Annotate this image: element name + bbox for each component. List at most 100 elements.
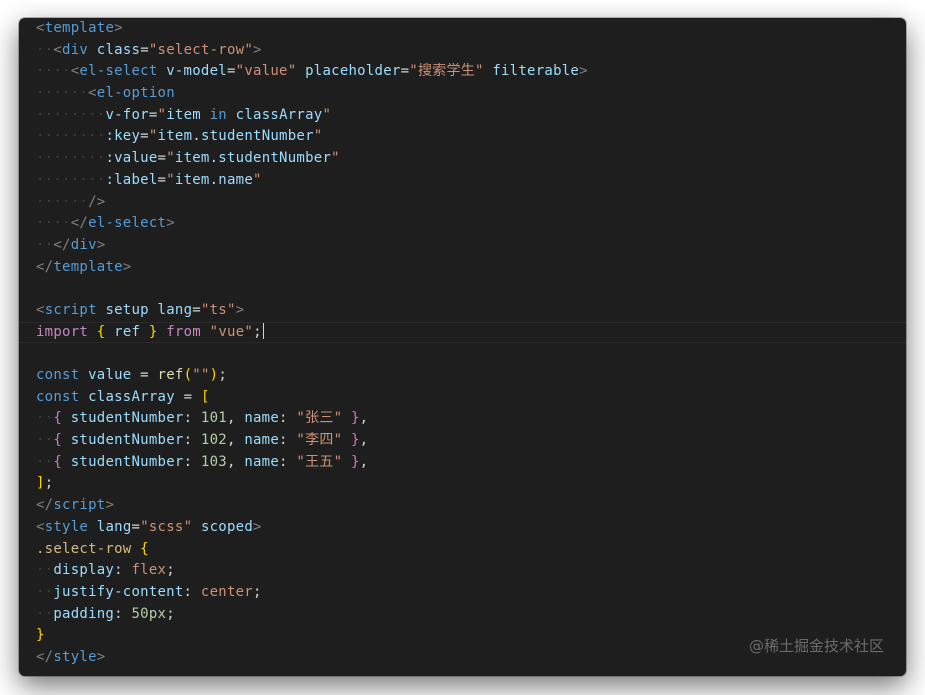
code-token: flex (131, 562, 167, 579)
code-line-19[interactable]: ··{ studentNumber: 101, name: "张三" }, (36, 408, 588, 430)
code-token: script (53, 497, 106, 514)
code-token: ; (252, 583, 262, 600)
code-token: ; (44, 475, 54, 492)
code-line-17[interactable]: const value = ref(""); (36, 365, 588, 387)
code-token: > (253, 518, 262, 535)
code-token: > (235, 301, 245, 318)
code-token: : (183, 410, 201, 427)
code-token: "李四" (296, 432, 343, 449)
code-token: , (226, 453, 245, 470)
code-token: < (88, 85, 97, 102)
code-token: classArray (88, 388, 175, 405)
code-line-3[interactable]: ····<el-select v-model="value" placehold… (36, 61, 588, 83)
code-line-16[interactable] (36, 343, 588, 365)
indent-guide: ·· (36, 562, 54, 579)
code-token: const (36, 388, 80, 405)
indent-guide: ·· (36, 583, 54, 600)
indent-guide: ······ (36, 85, 89, 102)
code-line-12[interactable]: </template> (36, 257, 588, 279)
code-token: ] (36, 475, 45, 492)
code-line-18[interactable]: const classArray = [ (36, 387, 588, 409)
code-line-13[interactable] (36, 278, 588, 300)
indent-guide: ·· (36, 236, 54, 253)
code-token: import (36, 323, 89, 340)
code-line-15[interactable]: import { ref } from "vue"; (19, 321, 906, 344)
code-token: { (53, 410, 63, 427)
code-token: = (157, 171, 167, 188)
code-token: > (105, 497, 115, 514)
code-line-10[interactable]: ····</el-select> (36, 213, 588, 235)
code-token: filterable (492, 63, 580, 80)
code-token: " (322, 106, 332, 123)
code-token: "搜索学生" (409, 63, 484, 80)
code-token: = (400, 63, 410, 80)
code-line-26[interactable]: ··display: flex; (36, 560, 588, 582)
code-token: "" (192, 367, 210, 383)
code-token: "vue" (209, 323, 254, 340)
code-token: { (53, 453, 63, 470)
code-token: :value (105, 150, 158, 167)
indent-guide: ······ (36, 193, 89, 210)
indent-guide: ·· (36, 410, 54, 427)
code-token: 103 (200, 453, 227, 470)
code-token: placeholder (305, 63, 401, 80)
indent-guide: ···· (36, 215, 71, 232)
code-line-23[interactable]: </script> (36, 495, 588, 517)
code-line-29[interactable]: } (36, 625, 588, 647)
code-line-2[interactable]: ··<div class="select-row"> (36, 40, 588, 62)
indent-guide: ·· (36, 453, 54, 470)
code-token: name (218, 171, 254, 188)
code-token: = (140, 128, 149, 145)
code-token: = (192, 301, 201, 318)
code-line-8[interactable]: ········:label="item.name" (36, 170, 588, 192)
text-cursor (262, 321, 264, 339)
code-token: : (183, 453, 201, 470)
code-token: "ts" (200, 301, 236, 318)
code-token: } (148, 323, 158, 340)
code-line-25[interactable]: .select-row { (36, 539, 588, 561)
code-token: classArray (235, 106, 323, 123)
indent-guide: ········ (36, 150, 106, 167)
code-line-5[interactable]: ········v-for="item in classArray" (36, 105, 588, 127)
code-token: :key (105, 128, 141, 145)
code-token: < (36, 518, 45, 535)
code-line-14[interactable]: <script setup lang="ts"> (36, 300, 588, 322)
code-line-30[interactable]: </style> (36, 647, 588, 669)
indent-guide: ·· (36, 605, 54, 622)
code-area[interactable]: <template> ··<div class="select-row"> ····… (19, 18, 906, 669)
code-line-1[interactable]: <template> (36, 18, 588, 40)
code-line-20[interactable]: ··{ studentNumber: 102, name: "李四" }, (36, 430, 588, 452)
code-token: studentNumber (200, 128, 314, 145)
code-token: : (279, 410, 297, 427)
code-token: = (174, 388, 201, 405)
code-line-9[interactable]: ······/> (36, 192, 588, 214)
code-line-4[interactable]: ······<el-option (36, 83, 588, 105)
code-line-21[interactable]: ··{ studentNumber: 103, name: "王五" }, (36, 452, 588, 474)
code-token: " (157, 106, 167, 123)
code-line-11[interactable]: ··</div> (36, 235, 588, 257)
code-line-27[interactable]: ··justify-content: center; (36, 582, 588, 604)
code-token: div (70, 236, 97, 253)
code-token: 50px (131, 605, 167, 622)
code-token: name (244, 432, 280, 449)
code-token: item (157, 128, 193, 145)
code-line-6[interactable]: ········:key="item.studentNumber" (36, 126, 588, 148)
code-token: </ (36, 497, 54, 514)
code-line-22[interactable]: ]; (36, 473, 588, 495)
code-line-7[interactable]: ········:value="item.studentNumber" (36, 148, 588, 170)
code-token: "value" (235, 63, 297, 80)
code-token: < (53, 41, 63, 58)
code-token: studentNumber (70, 432, 184, 449)
code-token: , (226, 432, 245, 449)
code-token: lang (157, 301, 193, 318)
code-line-24[interactable]: <style lang="scss" scoped> (36, 517, 588, 539)
code-line-28[interactable]: ··padding: 50px; (36, 604, 588, 626)
indent-guide: ········ (36, 171, 106, 188)
code-token: ; (218, 367, 228, 383)
code-token: :label (105, 171, 158, 188)
